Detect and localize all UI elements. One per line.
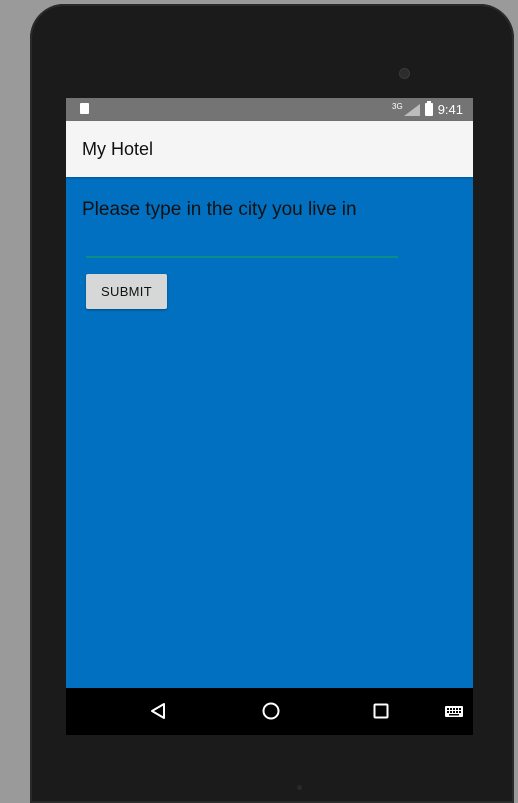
status-time: 9:41: [437, 102, 463, 117]
submit-button[interactable]: SUBMIT: [86, 274, 167, 309]
sd-card-icon: [80, 103, 89, 114]
navigation-bar: [66, 688, 473, 735]
device-screen: 3G 9:41 My Hotel Please type in the city…: [66, 98, 473, 735]
status-bar: 3G 9:41: [66, 98, 473, 121]
bottom-sensor: [297, 785, 302, 790]
city-input[interactable]: [86, 226, 398, 258]
app-title: My Hotel: [82, 139, 154, 159]
recents-icon[interactable]: [369, 699, 393, 723]
home-icon[interactable]: [259, 699, 283, 723]
front-camera: [399, 68, 410, 79]
network-type-label: 3G: [392, 102, 403, 111]
status-right-group: 3G 9:41: [392, 101, 463, 118]
city-prompt-label: Please type in the city you live in: [82, 199, 357, 220]
keyboard-icon[interactable]: [442, 699, 466, 723]
back-icon[interactable]: [146, 699, 170, 723]
battery-icon: [424, 101, 433, 116]
signal-icon: [403, 103, 420, 116]
app-bar: My Hotel: [66, 121, 473, 177]
